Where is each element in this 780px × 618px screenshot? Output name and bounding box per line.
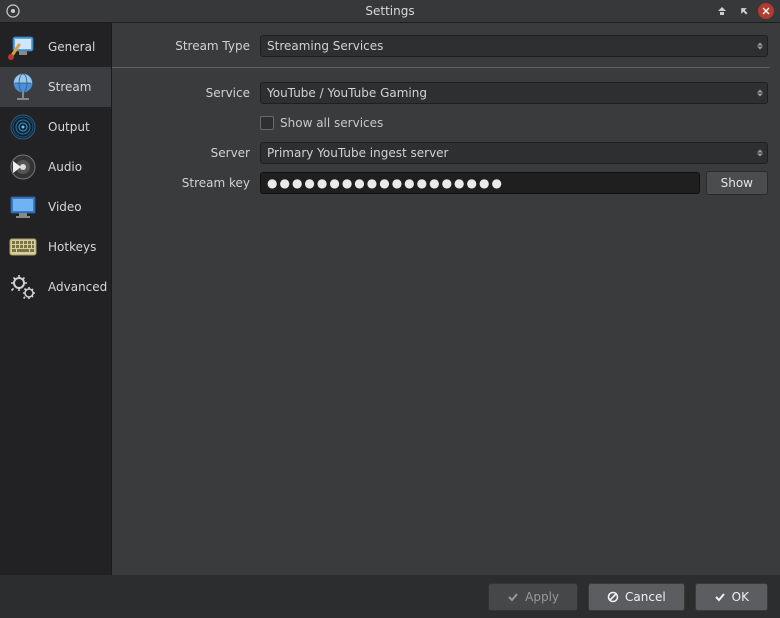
sidebar-item-video[interactable]: Video: [0, 187, 111, 227]
settings-panel: Stream Type Streaming Services Service Y…: [112, 23, 780, 575]
chevron-updown-icon: [757, 90, 763, 97]
dialog-footer: Apply Cancel OK: [0, 575, 780, 618]
chevron-updown-icon: [757, 150, 763, 157]
sidebar: General Stream: [0, 23, 112, 575]
advanced-icon: [6, 270, 40, 304]
hotkeys-icon: [6, 230, 40, 264]
service-value: YouTube / YouTube Gaming: [267, 86, 427, 100]
cancel-button[interactable]: Cancel: [588, 583, 685, 611]
sidebar-item-hotkeys[interactable]: Hotkeys: [0, 227, 111, 267]
sidebar-item-stream[interactable]: Stream: [0, 67, 111, 107]
sidebar-item-audio[interactable]: Audio: [0, 147, 111, 187]
maximize-icon[interactable]: [736, 3, 752, 19]
app-icon: [6, 4, 20, 18]
sidebar-item-label: Audio: [48, 160, 82, 174]
sidebar-item-label: General: [48, 40, 95, 54]
check-icon: [714, 591, 726, 603]
sidebar-item-label: Advanced: [48, 280, 107, 294]
service-label: Service: [112, 86, 260, 100]
show-all-services-label: Show all services: [280, 116, 383, 130]
ok-button[interactable]: OK: [695, 583, 768, 611]
server-combo[interactable]: Primary YouTube ingest server: [260, 142, 768, 164]
video-icon: [6, 190, 40, 224]
general-icon: [6, 30, 40, 64]
server-label: Server: [112, 146, 260, 160]
apply-button[interactable]: Apply: [488, 583, 578, 611]
audio-icon: [6, 150, 40, 184]
window-title: Settings: [0, 4, 780, 18]
cancel-icon: [607, 591, 619, 603]
sidebar-item-advanced[interactable]: Advanced: [0, 267, 111, 307]
sidebar-item-label: Stream: [48, 80, 91, 94]
sidebar-item-label: Output: [48, 120, 90, 134]
close-icon[interactable]: [758, 3, 774, 19]
service-combo[interactable]: YouTube / YouTube Gaming: [260, 82, 768, 104]
stream-type-label: Stream Type: [112, 39, 260, 53]
stream-key-input[interactable]: ●●●●●●●●●●●●●●●●●●●: [260, 172, 700, 194]
stream-type-combo[interactable]: Streaming Services: [260, 35, 768, 57]
sidebar-item-output[interactable]: Output: [0, 107, 111, 147]
checkbox-icon: [260, 116, 274, 130]
titlebar: Settings: [0, 0, 780, 23]
show-stream-key-button[interactable]: Show: [706, 171, 768, 195]
keep-above-icon[interactable]: [714, 3, 730, 19]
server-value: Primary YouTube ingest server: [267, 146, 449, 160]
check-icon: [507, 591, 519, 603]
show-all-services-checkbox[interactable]: Show all services: [260, 114, 383, 132]
window-controls: [714, 3, 780, 19]
sidebar-item-label: Video: [48, 200, 82, 214]
stream-key-label: Stream key: [112, 176, 260, 190]
stream-icon: [6, 70, 40, 104]
chevron-updown-icon: [757, 43, 763, 50]
section-divider: [112, 67, 770, 68]
sidebar-item-general[interactable]: General: [0, 27, 111, 67]
sidebar-item-label: Hotkeys: [48, 240, 96, 254]
stream-key-masked: ●●●●●●●●●●●●●●●●●●●: [267, 176, 504, 190]
stream-type-value: Streaming Services: [267, 39, 383, 53]
output-icon: [6, 110, 40, 144]
